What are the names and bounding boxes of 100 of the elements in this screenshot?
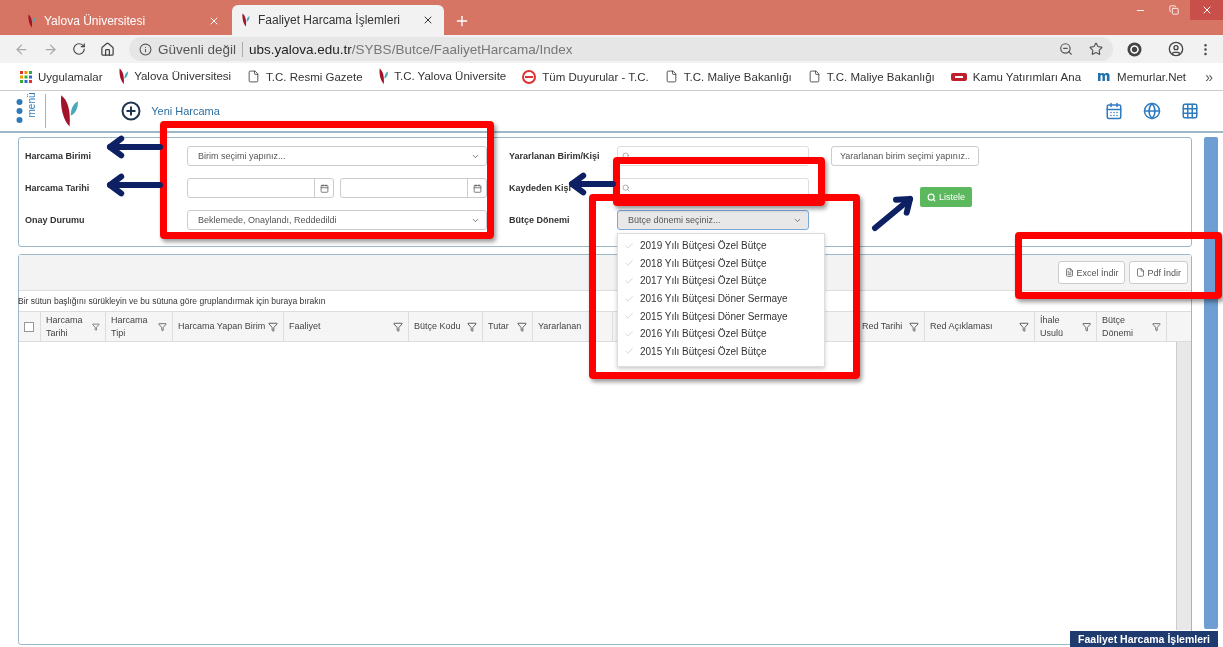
- apps-grid-icon[interactable]: [1181, 102, 1199, 120]
- annotation-arrow: [569, 172, 616, 196]
- reload-icon[interactable]: [72, 42, 86, 56]
- calendar-icon[interactable]: [472, 183, 482, 193]
- dropdown-option[interactable]: 2016 Yılı Bütçesi Döner Sermaye: [618, 289, 824, 308]
- check-icon: [624, 346, 634, 357]
- beneficiary-select-button[interactable]: Yararlanan birim seçimi yapınız..: [831, 146, 979, 166]
- bookmark[interactable]: Tüm Duyurular - T.C.: [522, 69, 649, 84]
- spreadsheet-file-icon: [1065, 268, 1075, 277]
- bookmark[interactable]: Kamu Yatırımları Ana: [950, 70, 1082, 83]
- filter-icon[interactable]: [393, 321, 403, 332]
- url-host: ubs.yalova.edu.tr: [249, 41, 352, 57]
- logo-icon: [378, 68, 389, 85]
- column-header[interactable]: Bütçe Kodu: [409, 312, 483, 341]
- export-button[interactable]: Pdf İndir: [1129, 261, 1188, 284]
- dots-icon: [16, 98, 23, 124]
- dropdown-option[interactable]: 2016 Yılı Bütçesi Özel Bütçe: [618, 324, 824, 343]
- filter-icon[interactable]: [268, 321, 278, 332]
- annotation-arrow: [107, 173, 163, 197]
- column-header[interactable]: Tutar: [483, 312, 533, 341]
- calendar-icon[interactable]: [1105, 102, 1123, 120]
- filter-icon[interactable]: [909, 321, 919, 332]
- page-icon: [247, 70, 261, 83]
- bookmark[interactable]: T.C. Yalova Üniversite: [378, 68, 507, 85]
- page-icon: [664, 70, 678, 83]
- column-header[interactable]: Harcama Tipi: [106, 312, 173, 341]
- column-header[interactable]: Harcama Yapan Birim: [173, 312, 284, 341]
- filter-icon[interactable]: [517, 321, 527, 332]
- badge-icon: [522, 69, 537, 84]
- logo-icon: [28, 14, 36, 28]
- filter-icon[interactable]: [1081, 321, 1091, 332]
- page-icon: [807, 70, 821, 83]
- restore-icon: [1168, 5, 1179, 15]
- bookmark[interactable]: Memurlar.Net: [1097, 70, 1187, 83]
- field-label: Harcama Birimi: [25, 151, 93, 161]
- check-icon: [624, 328, 634, 339]
- profile-icon[interactable]: [1168, 41, 1184, 57]
- dropdown-option[interactable]: 2015 Yılı Bütçesi Özel Bütçe: [618, 342, 824, 361]
- end-date-field[interactable]: [340, 178, 487, 198]
- filter-icon[interactable]: [1019, 321, 1029, 332]
- column-header[interactable]: Harcama Tarihi: [41, 312, 106, 341]
- globe-icon[interactable]: [1143, 102, 1161, 120]
- browser-tab[interactable]: Faaliyet Harcama İşlemleri: [232, 5, 444, 35]
- column-header[interactable]: Faaliyet: [284, 312, 409, 341]
- filter-icon[interactable]: [92, 321, 100, 332]
- filter-icon[interactable]: [467, 321, 477, 332]
- field-label: Yararlanan Birim/Kişi: [509, 151, 601, 161]
- calendar-icon[interactable]: [319, 183, 329, 193]
- search-icon: [927, 192, 936, 202]
- column-header[interactable]: Yararlanan: [533, 312, 613, 341]
- extension-icon[interactable]: [1127, 41, 1142, 57]
- search-icon: [622, 184, 630, 192]
- bookmark[interactable]: T.C. Maliye Bakanlığı: [807, 70, 935, 83]
- m-logo-icon: [1097, 71, 1112, 82]
- menu-button[interactable]: menü: [16, 94, 46, 128]
- bookmark[interactable]: T.C. Resmi Gazete: [247, 70, 363, 83]
- group-hint: Bir sütun başlığını sürükleyin ve bu sütuna göre gruplandırmak için buraya bırakın: [18, 295, 326, 308]
- column-header[interactable]: Bütçe Dönemi: [1097, 312, 1167, 341]
- export-button[interactable]: Excel İndir: [1058, 261, 1126, 284]
- scrollbar[interactable]: [1176, 342, 1191, 630]
- close-icon[interactable]: [422, 14, 434, 26]
- info-icon: [139, 42, 152, 56]
- plus-circle-icon: [121, 101, 142, 121]
- dropdown-option[interactable]: 2018 Yılı Bütçesi Özel Bütçe: [618, 254, 824, 273]
- bookmark[interactable]: Yalova Üniversitesi: [118, 68, 232, 85]
- new-tab-icon[interactable]: [454, 13, 470, 29]
- column-header[interactable]: Red Açıklaması: [925, 312, 1035, 341]
- logo-icon: [242, 13, 250, 27]
- column-header[interactable]: İhale Usulü: [1035, 312, 1097, 341]
- beneficiary-search-field[interactable]: [617, 146, 809, 166]
- field-label: Onay Durumu: [25, 215, 86, 225]
- logo-icon: [118, 68, 129, 85]
- bookmark[interactable]: T.C. Maliye Bakanlığı: [664, 70, 792, 83]
- check-icon: [624, 311, 634, 322]
- annotation-arrow: [107, 135, 163, 159]
- more-bookmarks[interactable]: »: [1205, 68, 1213, 85]
- address-bar[interactable]: Güvenli değil ubs.yalova.edu.tr/SYBS/Butce/FaaliyetHarcama/Index: [129, 37, 1113, 61]
- select-all-checkbox[interactable]: [24, 321, 34, 332]
- new-expense-button[interactable]: Yeni Harcama: [121, 101, 220, 121]
- bookmark-star-icon[interactable]: [1089, 42, 1103, 56]
- url-path: /SYBS/Butce/FaaliyetHarcama/Index: [351, 41, 573, 57]
- page-title-label: Faaliyet Harcama İşlemleri: [1070, 631, 1218, 647]
- start-date-field[interactable]: [187, 178, 334, 198]
- apps-icon: [20, 70, 32, 83]
- approval-select[interactable]: Beklemede, Onaylandı, Reddedildi: [187, 210, 487, 230]
- dropdown-option[interactable]: 2015 Yılı Bütçesi Döner Sermaye: [618, 307, 824, 325]
- check-icon: [624, 276, 634, 286]
- bookmark[interactable]: Uygulamalar: [20, 70, 103, 83]
- zoom-icon[interactable]: [1059, 42, 1073, 56]
- dropdown-option[interactable]: 2019 Yılı Bütçesi Özel Bütçe: [618, 237, 824, 255]
- check-icon: [624, 258, 634, 269]
- scrollbar[interactable]: [1204, 137, 1218, 629]
- file-icon: [1136, 268, 1146, 277]
- column-header[interactable]: Red Tarihi: [857, 312, 925, 341]
- unit-select[interactable]: Birim seçimi yapınız...: [187, 146, 487, 166]
- filter-icon[interactable]: [1152, 321, 1161, 332]
- dropdown-option[interactable]: 2017 Yılı Bütçesi Özel Bütçe: [618, 272, 824, 290]
- flag-icon: [950, 72, 967, 81]
- home-icon[interactable]: [100, 41, 115, 57]
- filter-icon[interactable]: [158, 321, 167, 332]
